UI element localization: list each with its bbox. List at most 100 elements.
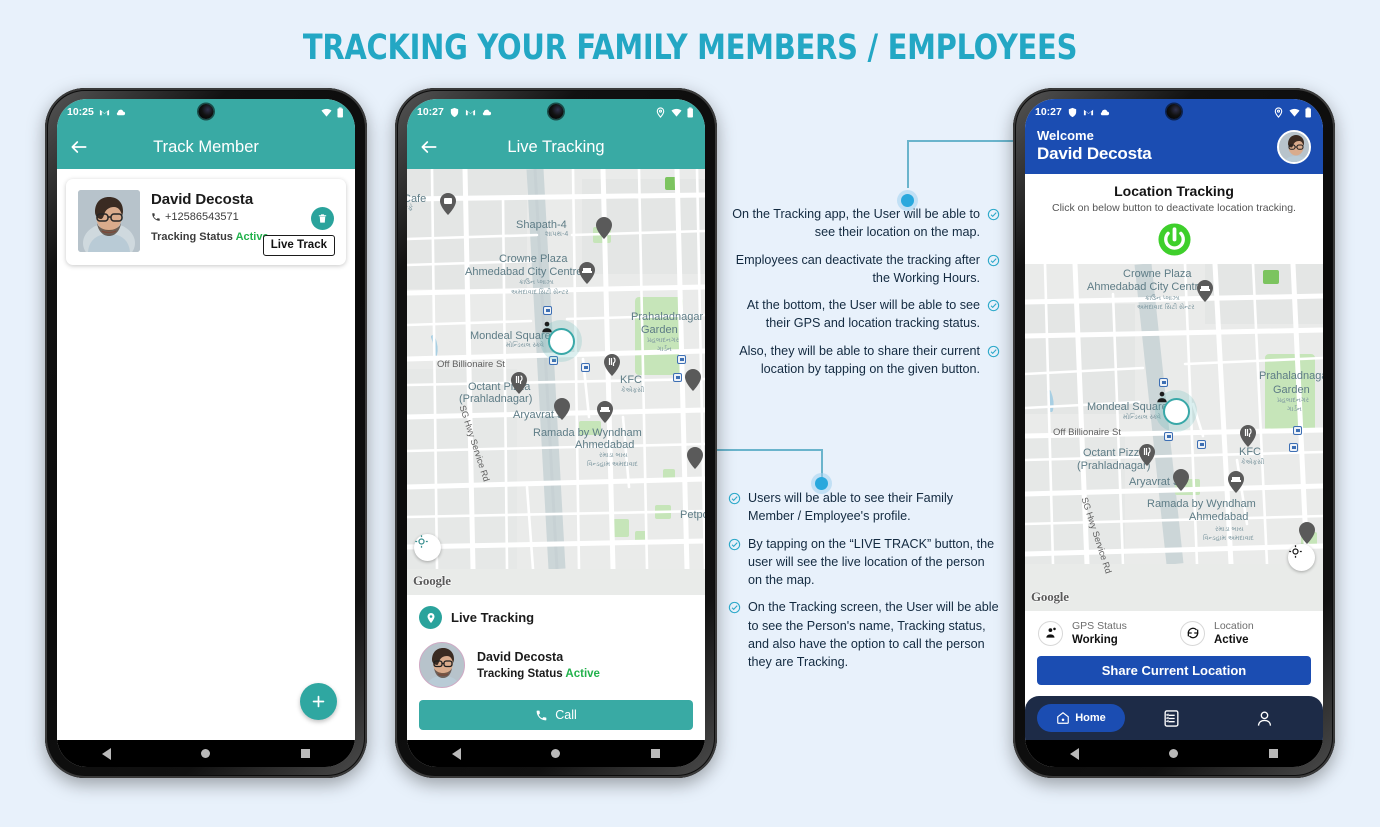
location-status: Location Active [1180,620,1310,646]
transit-icon [1197,440,1206,450]
welcome-label: Welcome [1037,128,1094,143]
call-button[interactable]: Call [419,700,693,730]
gps-status-value: Working [1072,634,1118,646]
nav-back-icon[interactable] [1070,747,1080,760]
nav-item-profile[interactable] [1218,709,1311,728]
check-circle-icon [987,299,1000,312]
annotation-item: Users will be able to see their Family M… [728,489,1000,526]
annotation-text: Also, they will be able to share their c… [739,343,980,376]
member-card[interactable]: David Decosta +12586543571 Tracking Stat… [66,179,346,265]
recenter-button[interactable] [1288,544,1315,571]
transit-icon [677,355,686,364]
shield-icon [449,107,460,118]
map-pin[interactable] [554,398,570,420]
android-nav-bar [1025,740,1323,767]
delete-member-button[interactable] [311,207,334,230]
avatar[interactable] [1277,129,1311,164]
transit-icon [673,373,682,382]
gps-user-icon [1038,620,1063,646]
phone-home-dashboard: 10:27 Welcome David Decosta Location Tra… [1013,88,1335,778]
back-arrow-icon[interactable] [69,137,89,157]
front-camera [198,104,214,119]
map-pin-restaurant[interactable] [511,372,527,394]
status-time: 10:25 [67,106,94,118]
google-attribution: Google [413,573,451,588]
nav-item-list[interactable] [1125,709,1218,728]
nav-back-icon[interactable] [452,747,462,760]
annotation-text: Employees can deactivate the tracking af… [735,252,980,285]
nav-home-label: Home [1075,712,1106,724]
nav-home-icon[interactable] [1169,749,1179,758]
map-pin[interactable] [1173,469,1189,492]
nav-item-home[interactable]: Home [1037,704,1125,732]
check-circle-icon [728,492,741,505]
live-map[interactable]: Cafe કેફે Shapath-4 શાપથ-4 Crowne Plaza … [407,169,705,595]
location-tracking-section: Location Tracking Click on below button … [1025,174,1323,265]
nav-home-icon[interactable] [551,749,561,758]
status-label: Tracking Status [151,231,233,243]
welcome-header: Welcome David Decosta [1025,125,1323,175]
transit-icon [1293,426,1302,436]
map-pin[interactable] [685,369,701,391]
map-pin[interactable] [579,262,595,284]
nav-home-icon[interactable] [201,749,211,758]
transit-icon [1159,378,1168,388]
check-circle-icon [987,208,1000,221]
member-phone-number: +12586543571 [165,211,239,223]
page-title: TRACKING YOUR FAMILY MEMBERS / EMPLOYEES [302,28,1078,68]
map-pin[interactable] [440,193,456,215]
card-title: Live Tracking [451,610,535,625]
member-list: David Decosta +12586543571 Tracking Stat… [57,169,355,740]
map-pin-restaurant[interactable] [604,354,620,376]
annotation-text: At the bottom, the User will be able to … [746,298,980,331]
person-name: David Decosta [477,650,564,664]
map-pin[interactable] [1228,471,1244,494]
annotation-text: By tapping on the “LIVE TRACK” button, t… [748,536,995,588]
phone-icon [151,212,161,222]
section-subtitle: Click on below button to deactivate loca… [1052,202,1296,215]
nav-back-icon[interactable] [102,747,112,760]
map-pin-restaurant[interactable] [1240,425,1256,448]
check-circle-icon [728,601,741,614]
android-nav-bar [407,740,705,767]
annotation-item: Employees can deactivate the tracking af… [728,251,1000,288]
map-pin-restaurant[interactable] [1139,444,1155,467]
location-map[interactable]: Crowne Plaza Ahmedabad City Centre ક્રાઉ… [1025,264,1323,611]
annotation-item: At the bottom, the User will be able to … [728,296,1000,333]
power-button-icon[interactable] [1157,222,1192,257]
location-status-label: Location [1214,620,1254,632]
shield-icon [1067,107,1078,118]
live-track-button[interactable]: Live Track [262,235,335,256]
home-icon [1056,711,1070,725]
status-label: Tracking Status [477,668,563,680]
section-title: Location Tracking [1114,183,1234,200]
share-current-location-button[interactable]: Share Current Location [1037,656,1311,685]
nav-recents-icon[interactable] [1268,749,1278,758]
user-location-marker[interactable] [540,320,582,362]
nav-recents-icon[interactable] [300,749,310,758]
map-pin[interactable] [596,217,612,239]
user-name: David Decosta [1037,143,1152,163]
location-pin-icon [1273,106,1284,118]
map-pin[interactable] [597,401,613,423]
battery-icon [1305,106,1313,118]
gps-status: GPS Status Working [1038,620,1168,646]
check-circle-icon [987,254,1000,267]
nav-recents-icon[interactable] [650,749,660,758]
annotation-item: On the Tracking app, the User will be ab… [728,205,1000,242]
person-icon [1255,709,1274,728]
recenter-button[interactable] [414,534,441,561]
member-phone: +12586543571 [151,211,334,223]
gmail-icon [99,107,110,118]
battery-icon [687,106,695,118]
map-pin[interactable] [687,447,703,469]
app-bar: Track Member [57,125,355,169]
annotation-group-bottom: Users will be able to see their Family M… [728,489,1000,680]
map-pin[interactable] [1299,522,1315,545]
map-pin[interactable] [1197,280,1213,303]
add-member-fab[interactable] [300,683,337,720]
back-arrow-icon[interactable] [419,137,439,157]
android-nav-bar [57,740,355,767]
person-tracking-status: Tracking Status Active [477,668,600,680]
status-bar: 10:27 [407,99,705,125]
